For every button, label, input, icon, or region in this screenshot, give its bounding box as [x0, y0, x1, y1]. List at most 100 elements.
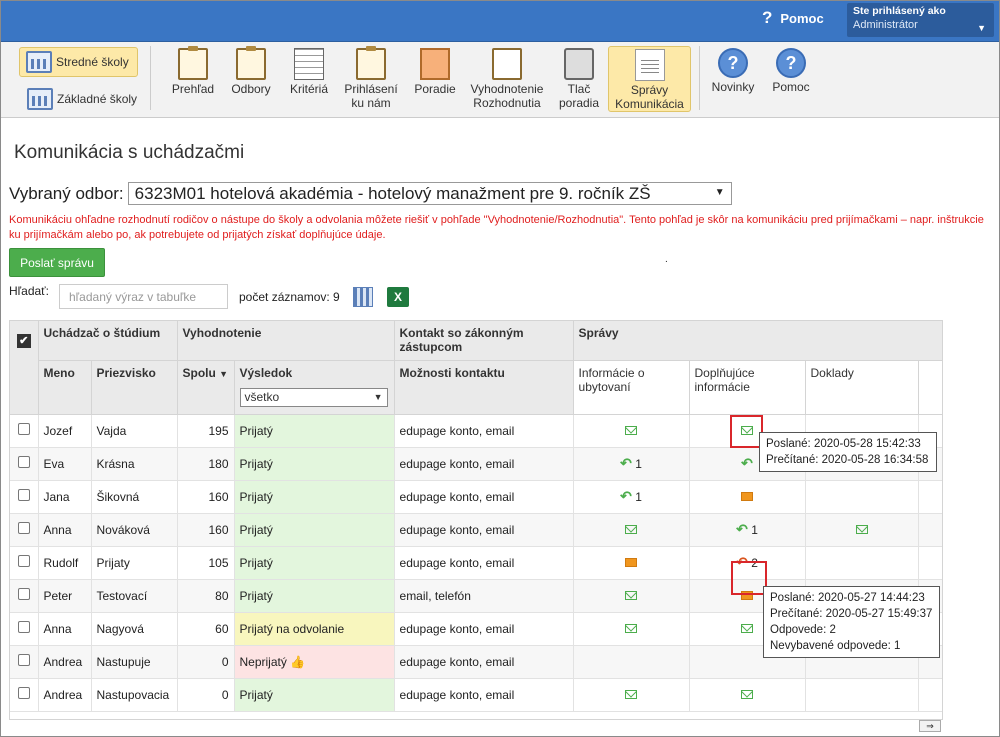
page-title: Komunikácia s uchádzačmi — [14, 142, 245, 163]
send-message-button[interactable]: Poslať správu — [9, 248, 105, 277]
envelope-open-icon[interactable] — [741, 689, 754, 699]
toolbar-prihlaseni[interactable]: Prihlásení ku nám — [340, 46, 402, 112]
odbor-selector: Vybraný odbor: 6323M01 hotelová akadémia… — [9, 182, 732, 205]
col-contact-options: Možnosti kontaktu — [394, 360, 574, 415]
envelope-open-icon[interactable] — [625, 689, 638, 699]
clipboard-check-icon — [356, 46, 386, 80]
question-circle-icon: ? — [776, 48, 806, 78]
cell-accommodation — [573, 678, 690, 712]
cell-last-name: Prijaty — [91, 546, 178, 580]
envelope-open-icon[interactable] — [741, 623, 754, 633]
sort-desc-icon: ▼ — [219, 368, 229, 379]
user-menu[interactable]: Ste prihlásený ako Administrátor ▼ — [847, 3, 994, 37]
school-building-icon — [27, 88, 53, 110]
cell-accommodation — [573, 645, 690, 679]
grid-filter-icon — [294, 48, 324, 80]
envelope-unread-icon[interactable] — [625, 557, 638, 567]
printer-icon — [564, 48, 594, 80]
toolbar-poradie[interactable]: Poradie — [408, 46, 462, 112]
cell-contact: edupage konto, email — [394, 645, 574, 679]
row-select-cell — [10, 447, 39, 481]
help-link[interactable]: ? Pomoc — [762, 8, 824, 28]
row-select-cell — [10, 612, 39, 646]
tab-zakladne-skoly[interactable]: Základné školy — [21, 84, 143, 114]
row-checkbox[interactable] — [17, 621, 30, 633]
row-checkbox[interactable] — [17, 522, 30, 534]
search-input[interactable]: hľadaný výraz v tabuľke — [59, 284, 228, 309]
user-role: Administrátor — [853, 19, 918, 31]
cell-additional-info: ↶ 1 — [689, 513, 806, 547]
row-select-cell — [10, 513, 39, 547]
row-select-cell — [10, 678, 39, 712]
toolbar-tlac-poradia[interactable]: Tlač poradia — [553, 46, 605, 112]
stray-dot: . — [665, 254, 668, 265]
envelope-open-icon[interactable] — [625, 623, 638, 633]
row-checkbox[interactable] — [17, 555, 30, 567]
select-all-checkbox[interactable]: ✔ — [16, 334, 31, 348]
odbor-select[interactable]: 6323M01 hotelová akadémia - hotelový man… — [127, 182, 732, 205]
table-row[interactable]: Andrea Nastupovacia 0 Prijatý edupage konto,… — [10, 678, 942, 712]
odbor-label: Vybraný odbor: — [9, 183, 124, 203]
cell-accommodation: ↶ 1 — [573, 447, 690, 481]
message-tooltip: Poslané: 2020-05-28 15:42:33 Prečítané: … — [759, 432, 937, 472]
cell-result: Prijatý — [234, 678, 395, 712]
group-header-applicant: Uchádzač o štúdium — [38, 321, 178, 361]
cell-last-name: Nastupuje — [91, 645, 178, 679]
col-filler — [918, 360, 942, 415]
table-row[interactable]: Jana Šikovná 160 Prijatý edupage konto, emai… — [10, 480, 942, 514]
cell-total: 105 — [177, 546, 235, 580]
row-checkbox[interactable] — [17, 456, 30, 468]
toolbar-divider — [150, 46, 151, 110]
document-icon — [634, 49, 665, 81]
row-checkbox[interactable] — [17, 687, 30, 699]
toolbar-novinky[interactable]: ? Novinky — [707, 46, 759, 112]
col-first-name[interactable]: Meno — [38, 360, 92, 415]
scroll-right-button[interactable]: ⇒ — [919, 720, 941, 732]
thumbs-up-icon: 👍 — [290, 654, 306, 669]
columns-icon[interactable] — [353, 287, 373, 307]
envelope-open-icon[interactable] — [625, 425, 638, 435]
toolbar-kriteria[interactable]: Kritériá — [282, 46, 336, 112]
applicants-table: ✔ Uchádzač o štúdium Vyhodnotenie Kontak… — [9, 320, 943, 720]
envelope-unread-icon[interactable] — [741, 491, 754, 501]
result-filter-select[interactable]: všetko ▼ — [239, 387, 388, 407]
reply-tooltip: Poslané: 2020-05-27 14:44:23 Prečítané: … — [763, 586, 940, 658]
toolbar-prehlad[interactable]: Prehľad — [166, 46, 220, 112]
col-documents: Doklady — [805, 360, 919, 415]
toolbar-odbory[interactable]: Odbory — [224, 46, 278, 112]
cell-contact: edupage konto, email — [394, 513, 574, 547]
row-checkbox[interactable] — [17, 489, 30, 501]
reply-icon[interactable]: ↶ — [620, 488, 632, 504]
col-last-name[interactable]: Priezvisko — [91, 360, 178, 415]
col-total[interactable]: Spolu ▼ — [177, 360, 235, 415]
envelope-open-icon[interactable] — [625, 524, 638, 534]
tab-stredne-skoly[interactable]: Stredné školy — [19, 47, 138, 77]
cell-filler — [918, 678, 942, 712]
envelope-open-icon[interactable] — [625, 590, 638, 600]
cell-documents — [805, 513, 919, 547]
excel-export-icon[interactable]: X — [387, 287, 409, 307]
question-icon: ? — [762, 8, 773, 27]
cell-total: 60 — [177, 612, 235, 646]
cell-last-name: Nováková — [91, 513, 178, 547]
toolbar-pomoc[interactable]: ? Pomoc — [765, 46, 817, 112]
cell-total: 195 — [177, 414, 235, 448]
question-circle-icon: ? — [718, 48, 748, 78]
toolbar-spravy-komunikacia[interactable]: Správy Komunikácia — [608, 46, 691, 112]
cell-documents — [805, 546, 919, 580]
row-checkbox[interactable] — [17, 588, 30, 600]
table-row[interactable]: Anna Nováková 160 Prijatý edupage konto, ema… — [10, 513, 942, 547]
clipboard-eye-icon — [178, 46, 208, 80]
toolbar-vyhodnotenie[interactable]: Vyhodnotenie Rozhodnutia — [468, 46, 546, 112]
envelope-open-icon[interactable] — [855, 524, 868, 534]
reply-icon[interactable]: ↶ — [736, 521, 748, 537]
cell-first-name: Andrea — [38, 678, 92, 712]
reply-icon[interactable]: ↶ — [741, 455, 753, 471]
row-checkbox[interactable] — [17, 423, 30, 435]
row-checkbox[interactable] — [17, 654, 30, 666]
chevron-down-icon: ▼ — [714, 187, 725, 198]
reply-icon[interactable]: ↶ — [620, 455, 632, 471]
cell-accommodation — [573, 579, 690, 613]
cell-first-name: Jana — [38, 480, 92, 514]
table-row[interactable]: Rudolf Prijaty 105 Prijatý edupage konto, em… — [10, 546, 942, 580]
